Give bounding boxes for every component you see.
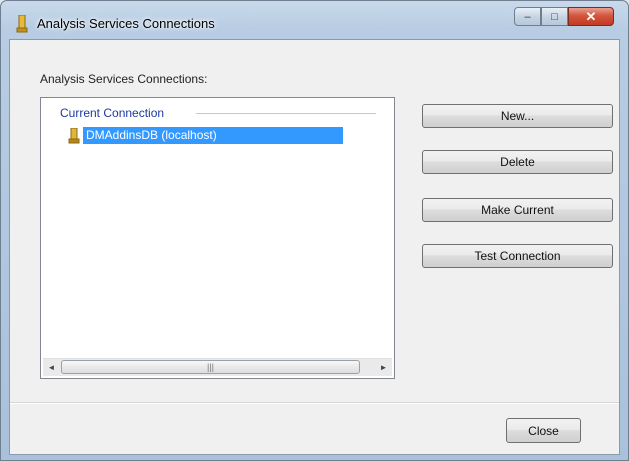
tree-group-line <box>196 113 376 114</box>
new-button[interactable]: New... <box>422 104 613 128</box>
dialog-window: Analysis Services Connections – □ ✕ Anal… <box>0 0 629 461</box>
horizontal-scrollbar[interactable]: ◄ ||| ► <box>43 358 392 376</box>
caption-buttons: – □ ✕ <box>514 7 614 27</box>
tree-item-label[interactable]: DMAddinsDB (localhost) <box>83 127 343 144</box>
make-current-button[interactable]: Make Current <box>422 198 613 222</box>
app-icon <box>16 15 28 33</box>
maximize-button[interactable]: □ <box>541 7 568 26</box>
connections-tree[interactable]: Current Connection DMAddinsDB (localhost… <box>40 97 395 379</box>
minimize-button[interactable]: – <box>514 7 541 26</box>
scroll-left-arrow-icon[interactable]: ◄ <box>43 359 60 376</box>
scroll-right-arrow-icon[interactable]: ► <box>375 359 392 376</box>
footer-divider-highlight <box>10 403 619 404</box>
tree-root-current-connection: Current Connection <box>60 106 165 120</box>
connections-label: Analysis Services Connections: <box>40 72 208 86</box>
test-connection-button[interactable]: Test Connection <box>422 244 613 268</box>
close-window-button[interactable]: ✕ <box>568 7 614 26</box>
tree-item-connection[interactable]: DMAddinsDB (localhost) <box>68 127 343 144</box>
title-bar[interactable]: Analysis Services Connections – □ ✕ <box>1 1 628 39</box>
scrollbar-thumb[interactable]: ||| <box>61 360 360 374</box>
close-button[interactable]: Close <box>506 418 581 443</box>
window-title: Analysis Services Connections <box>37 16 215 31</box>
server-icon <box>68 127 80 143</box>
delete-button[interactable]: Delete <box>422 150 613 174</box>
dialog-client-area: Analysis Services Connections: Current C… <box>9 39 620 455</box>
